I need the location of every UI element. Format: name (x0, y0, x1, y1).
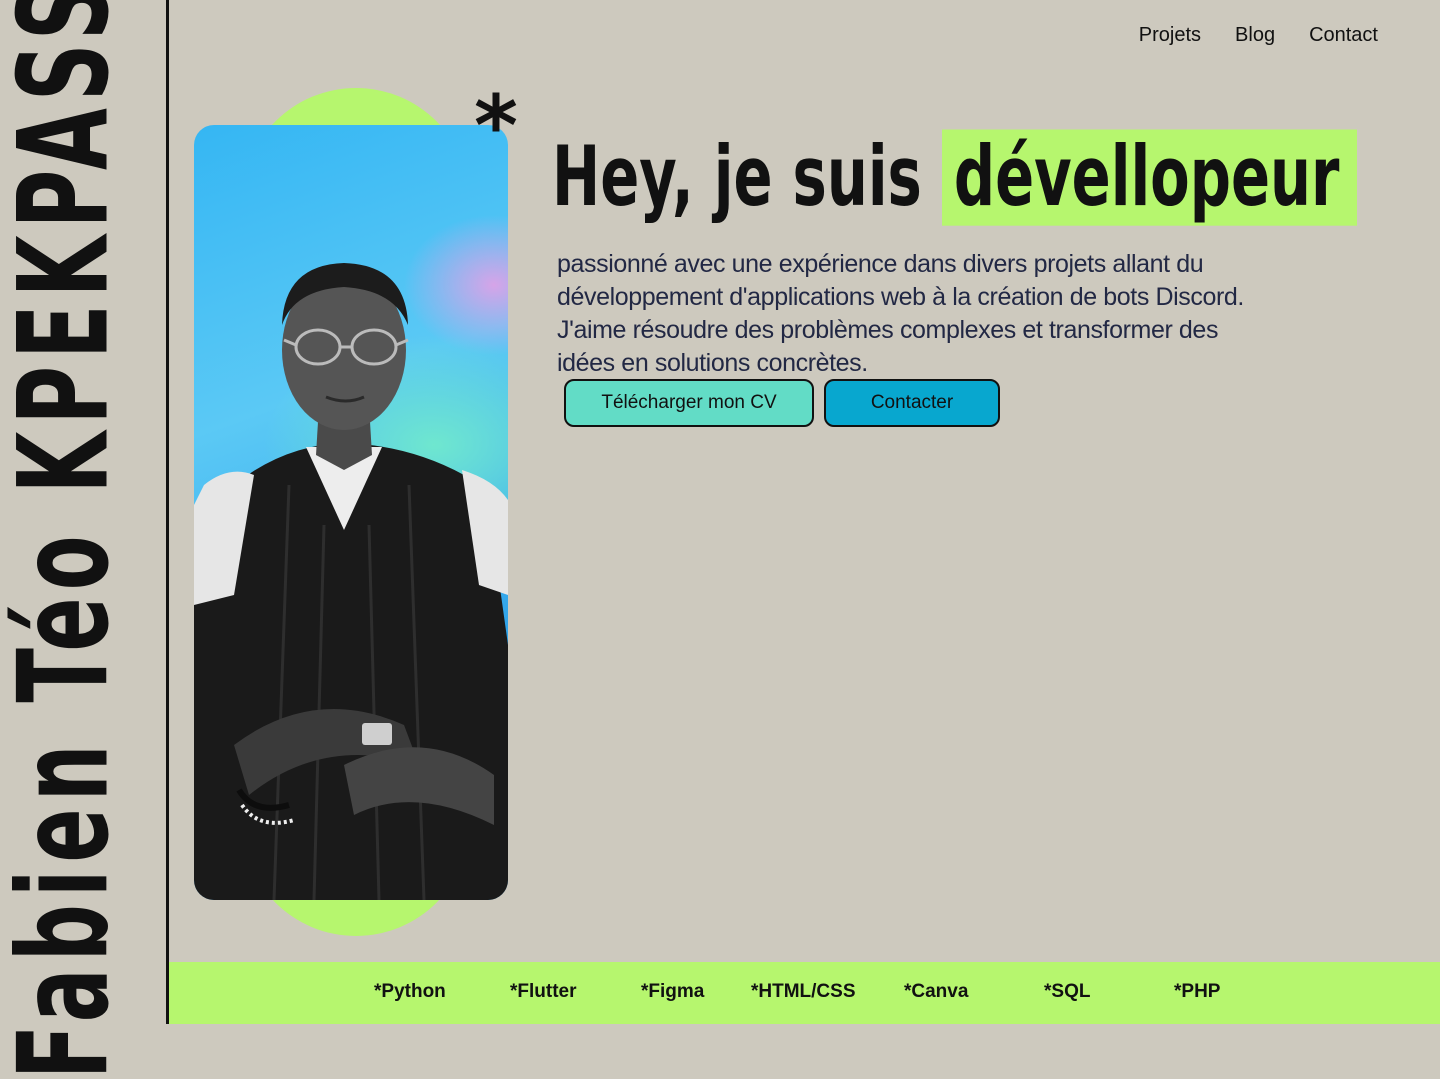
top-nav: Projets Blog Contact (1139, 24, 1378, 47)
skill-python: *Python (374, 981, 446, 1002)
profile-photo (194, 125, 508, 900)
decorative-asterisk: * (474, 77, 518, 175)
sidebar-name-panel: Fabien Téo KPEKPASSI (0, 0, 169, 1079)
skill-php: *PHP (1174, 981, 1221, 1002)
skill-html-css: *HTML/CSS (751, 981, 856, 1002)
nav-blog-link[interactable]: Blog (1235, 24, 1275, 47)
headline-highlight: dévellopeur (941, 129, 1358, 226)
contact-button[interactable]: Contacter (824, 379, 1000, 427)
skill-figma: *Figma (641, 981, 705, 1002)
skill-flutter: *Flutter (510, 981, 577, 1002)
photo-section (194, 88, 510, 936)
sidebar-name: Fabien Téo KPEKPASSI (0, 0, 137, 1079)
bio-text: passionné avec une expérience dans diver… (557, 250, 1244, 377)
download-cv-button[interactable]: Télécharger mon CV (564, 379, 814, 427)
skills-bar: *Python *Flutter *Figma *HTML/CSS *Canva… (169, 962, 1440, 1024)
portrait-illustration (194, 263, 508, 900)
skill-canva: *Canva (904, 981, 969, 1002)
skill-sql: *SQL (1044, 981, 1091, 1002)
hero-headline: Hey, je suis dévellopeur (552, 129, 1358, 226)
nav-contact-link[interactable]: Contact (1309, 24, 1378, 47)
headline-prefix: Hey, je suis (552, 129, 922, 226)
nav-projets-link[interactable]: Projets (1139, 24, 1201, 47)
